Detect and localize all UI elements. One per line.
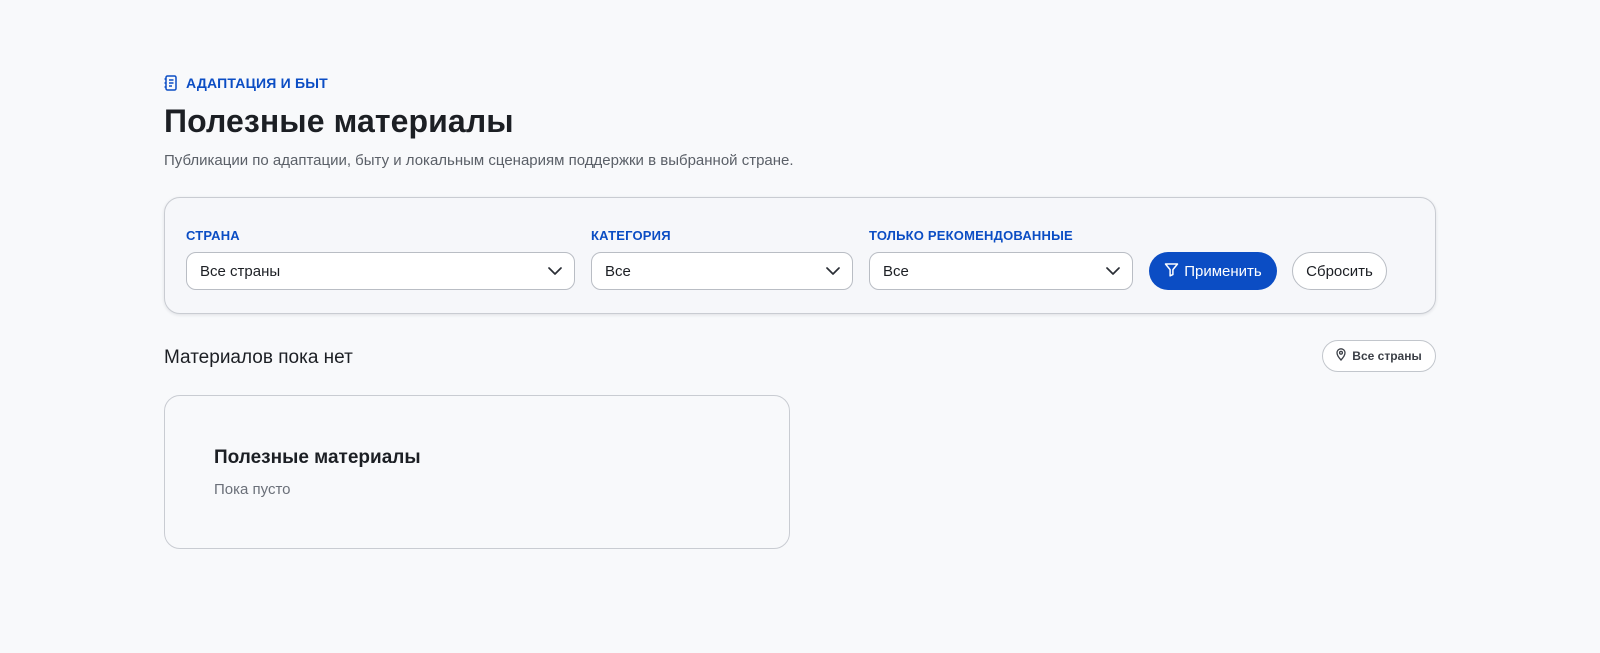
- chevron-down-icon: [1106, 267, 1120, 275]
- apply-button-label: Применить: [1184, 262, 1262, 280]
- recommended-select[interactable]: Все: [869, 252, 1133, 290]
- filters-panel: СТРАНА Все страны КАТЕГОРИЯ Все ТОЛЬКО Р…: [164, 197, 1436, 314]
- section-eyebrow: АДАПТАЦИЯ И БЫТ: [164, 75, 328, 91]
- eyebrow-label: АДАПТАЦИЯ И БЫТ: [186, 75, 328, 91]
- filter-icon: [1164, 262, 1179, 281]
- category-filter-label: КАТЕГОРИЯ: [591, 228, 671, 243]
- location-pin-icon: [1336, 348, 1346, 364]
- country-select-value: Все страны: [200, 262, 281, 280]
- chevron-down-icon: [548, 267, 562, 275]
- country-filter-label: СТРАНА: [186, 228, 240, 243]
- category-select[interactable]: Все: [591, 252, 853, 290]
- country-select[interactable]: Все страны: [186, 252, 575, 290]
- empty-state-text: Пока пусто: [214, 481, 291, 498]
- empty-state-title: Полезные материалы: [214, 447, 421, 468]
- page-title: Полезные материалы: [164, 103, 514, 139]
- recommended-filter-label: ТОЛЬКО РЕКОМЕНДОВАННЫЕ: [869, 228, 1073, 243]
- reset-button[interactable]: Сбросить: [1292, 252, 1387, 290]
- country-chip[interactable]: Все страны: [1322, 340, 1436, 372]
- apply-button[interactable]: Применить: [1149, 252, 1277, 290]
- country-chip-label: Все страны: [1352, 349, 1422, 363]
- empty-state-card: Полезные материалы Пока пусто: [164, 395, 790, 549]
- notebook-icon: [164, 75, 178, 91]
- page-subtitle: Публикации по адаптации, быту и локальны…: [164, 152, 794, 169]
- category-select-value: Все: [605, 262, 631, 280]
- recommended-select-value: Все: [883, 262, 909, 280]
- chevron-down-icon: [826, 267, 840, 275]
- results-heading: Материалов пока нет: [164, 347, 353, 368]
